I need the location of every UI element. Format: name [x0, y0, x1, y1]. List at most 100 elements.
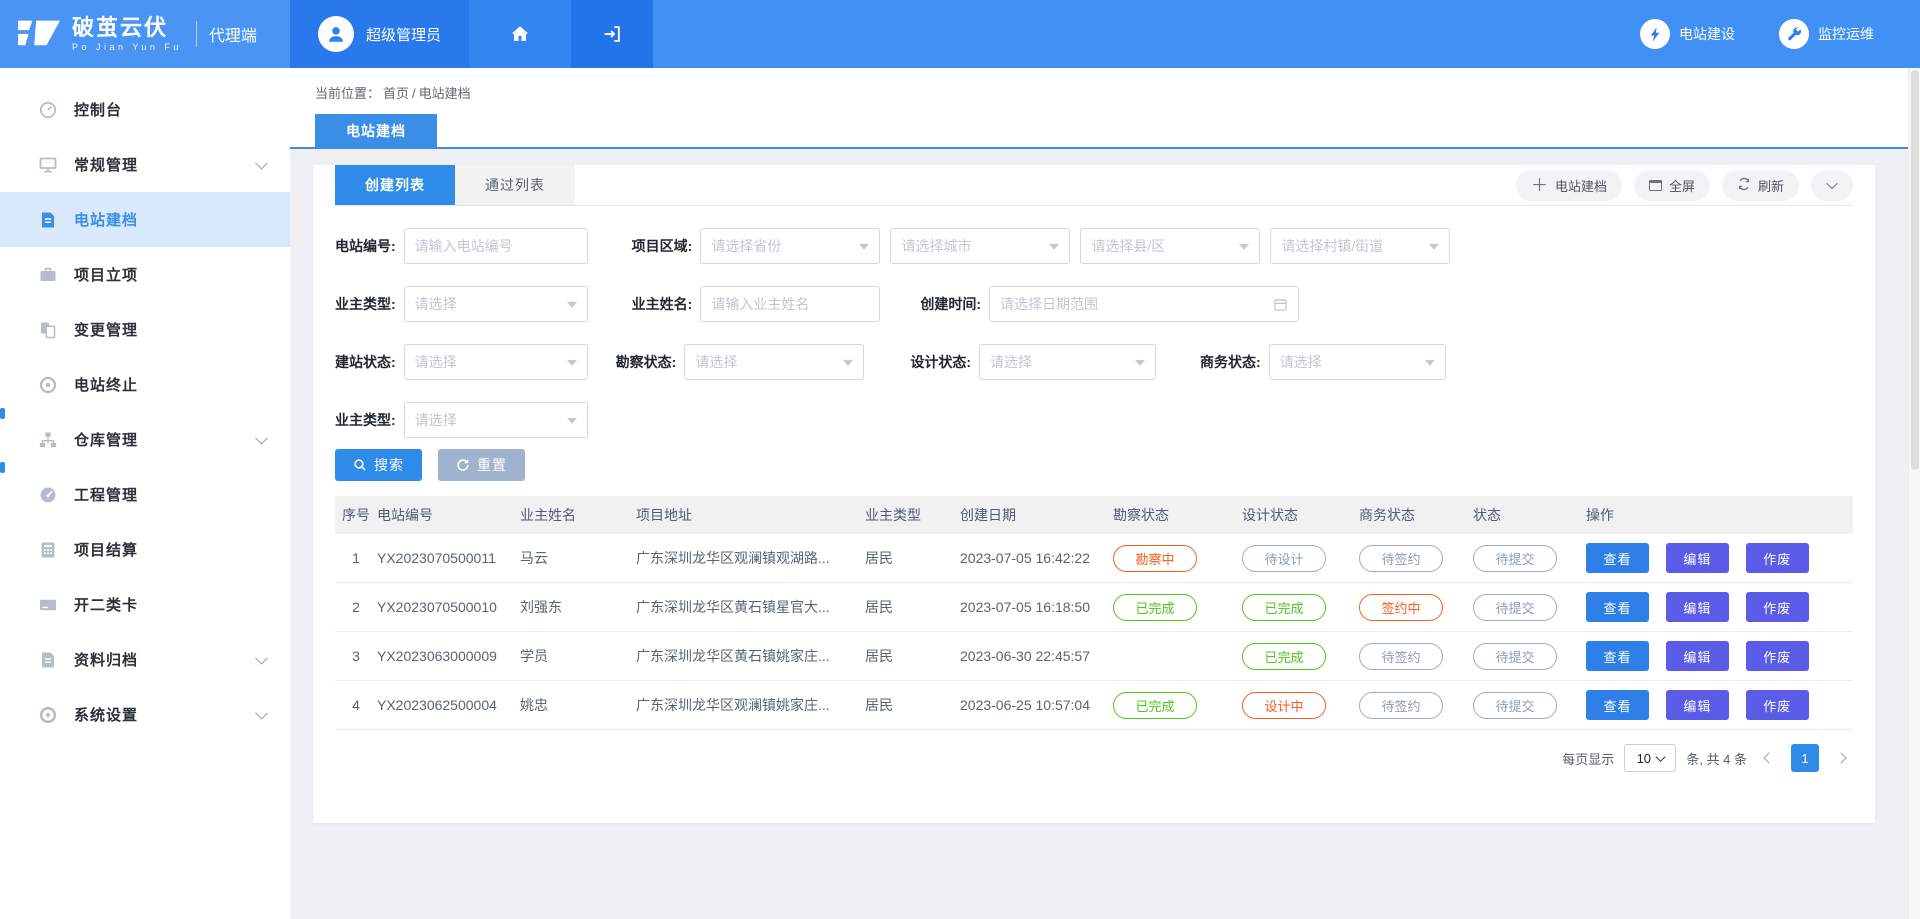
refresh-button[interactable]: 刷新	[1722, 170, 1799, 201]
module-monitor-ops[interactable]: 监控运维	[1779, 19, 1874, 49]
sidebar-item-change-mgmt[interactable]: 变更管理	[0, 302, 290, 357]
owner-name-input[interactable]	[700, 286, 880, 322]
add-station-archive-button[interactable]: ＋ 电站建档	[1516, 170, 1622, 201]
region-town-select[interactable]: 请选择村镇/街道	[1270, 228, 1450, 264]
tab-passed-list[interactable]: 通过列表	[455, 165, 575, 205]
caret-down-icon	[1239, 244, 1249, 250]
calendar-icon	[1273, 297, 1288, 312]
edit-button[interactable]: 编辑	[1666, 543, 1729, 573]
brand-subtitle: Po Jian Yun Fu	[72, 42, 182, 52]
build-status-select[interactable]: 请选择	[404, 344, 588, 380]
sidebar-item-general-mgmt[interactable]: 常规管理	[0, 137, 290, 192]
view-button[interactable]: 查看	[1586, 543, 1649, 573]
fullscreen-icon	[1649, 180, 1662, 191]
caret-down-icon	[567, 418, 577, 424]
document-icon	[38, 210, 58, 230]
page-scrollbar[interactable]	[1908, 68, 1920, 919]
sidebar-scroll-indicator	[0, 462, 5, 473]
view-button[interactable]: 查看	[1586, 641, 1649, 671]
next-page-button[interactable]	[1829, 745, 1853, 771]
col-header-survey: 勘察状态	[1113, 505, 1242, 525]
survey-status-select[interactable]: 请选择	[684, 344, 864, 380]
monitor-icon	[38, 155, 58, 175]
edit-button[interactable]: 编辑	[1666, 592, 1729, 622]
status-badge: 待提交	[1473, 643, 1557, 670]
breadcrumb-home-link[interactable]: 首页	[383, 86, 409, 101]
status-badge: 已完成	[1113, 692, 1197, 719]
top-header: 破茧云伏 Po Jian Yun Fu 代理端 超级管理员	[0, 0, 1920, 68]
current-user[interactable]: 超级管理员	[290, 0, 469, 68]
status-badge: 已完成	[1242, 594, 1326, 621]
sidebar-item-engineering-mgmt[interactable]: 工程管理	[0, 467, 290, 522]
reset-button[interactable]: 重置	[438, 449, 525, 481]
content-card: 创建列表 通过列表 ＋ 电站建档 全屏 刷新	[313, 165, 1875, 823]
station-no-input[interactable]	[404, 228, 588, 264]
sidebar-item-project-initiation[interactable]: 项目立项	[0, 247, 290, 302]
filter-actions: 搜索 重置	[335, 438, 1853, 481]
home-button[interactable]	[469, 0, 571, 68]
void-button[interactable]: 作废	[1746, 543, 1809, 573]
sidebar-item-warehouse-mgmt[interactable]: 仓库管理	[0, 412, 290, 467]
view-button[interactable]: 查看	[1586, 592, 1649, 622]
filter-owner-type-2: 业主类型: 请选择	[335, 402, 588, 438]
caret-down-icon	[1049, 244, 1059, 250]
sidebar-item-data-archive[interactable]: 资料归档	[0, 632, 290, 687]
void-button[interactable]: 作废	[1746, 592, 1809, 622]
edit-button[interactable]: 编辑	[1666, 690, 1729, 720]
page-tab-station-archive[interactable]: 电站建档	[315, 114, 437, 147]
status-badge: 待提交	[1473, 545, 1557, 572]
logout-button[interactable]	[571, 0, 653, 68]
archive-doc-icon	[38, 650, 58, 670]
dashboard-icon	[38, 100, 58, 120]
status-badge: 待签约	[1359, 545, 1443, 572]
sidebar-item-open-class2-card[interactable]: 开二类卡	[0, 577, 290, 632]
col-header-actions: 操作	[1586, 505, 1853, 525]
module-label: 电站建设	[1679, 24, 1735, 44]
tab-created-list[interactable]: 创建列表	[335, 165, 455, 205]
caret-down-icon	[859, 244, 869, 250]
status-badge: 待签约	[1359, 643, 1443, 670]
scrollbar-thumb[interactable]	[1911, 70, 1919, 470]
sidebar-item-system-settings[interactable]: 系统设置	[0, 687, 290, 742]
prev-page-button[interactable]	[1757, 745, 1781, 771]
page-number-1[interactable]: 1	[1791, 744, 1819, 772]
status-badge: 设计中	[1242, 692, 1326, 719]
business-status-select[interactable]: 请选择	[1269, 344, 1446, 380]
chevron-down-icon	[255, 706, 268, 719]
filter-create-time: 创建时间:	[920, 286, 1299, 322]
date-range-picker[interactable]	[989, 286, 1299, 322]
status-badge: 待提交	[1473, 692, 1557, 719]
chevron-left-icon	[1763, 752, 1774, 763]
sidebar-item-console[interactable]: 控制台	[0, 82, 290, 137]
status-badge: 待提交	[1473, 594, 1557, 621]
sidebar-item-station-termination[interactable]: 电站终止	[0, 357, 290, 412]
module-station-build[interactable]: 电站建设	[1640, 19, 1735, 49]
collapse-toolbar-button[interactable]	[1811, 170, 1853, 201]
filter-owner-type: 业主类型: 请选择	[335, 286, 588, 322]
sidebar-item-station-archive[interactable]: 电站建档	[0, 192, 290, 247]
region-city-select[interactable]: 请选择城市	[890, 228, 1070, 264]
per-page-select[interactable]: 10	[1624, 744, 1676, 772]
table-row: 4 YX2023062500004 姚忠 广东深圳龙华区观澜镇姚家庄... 居民…	[335, 681, 1853, 730]
breadcrumb-prefix: 当前位置：	[315, 86, 380, 101]
brand-logo-icon	[16, 13, 62, 56]
void-button[interactable]: 作废	[1746, 641, 1809, 671]
owner-type-select[interactable]: 请选择	[404, 286, 588, 322]
chevron-down-icon	[1826, 178, 1837, 189]
region-province-select[interactable]: 请选择省份	[700, 228, 880, 264]
caret-down-icon	[1135, 360, 1145, 366]
search-button[interactable]: 搜索	[335, 449, 422, 481]
bolt-icon	[1640, 19, 1670, 49]
void-button[interactable]: 作废	[1746, 690, 1809, 720]
region-county-select[interactable]: 请选择县/区	[1080, 228, 1260, 264]
design-status-select[interactable]: 请选择	[979, 344, 1156, 380]
caret-down-icon	[843, 360, 853, 366]
brand-divider	[196, 21, 197, 47]
edit-button[interactable]: 编辑	[1666, 641, 1729, 671]
status-badge: 已完成	[1113, 594, 1197, 621]
owner-type-select-2[interactable]: 请选择	[404, 402, 588, 438]
status-badge: 待签约	[1359, 692, 1443, 719]
fullscreen-button[interactable]: 全屏	[1634, 170, 1710, 201]
sidebar-item-project-settlement[interactable]: 项目结算	[0, 522, 290, 577]
view-button[interactable]: 查看	[1586, 690, 1649, 720]
